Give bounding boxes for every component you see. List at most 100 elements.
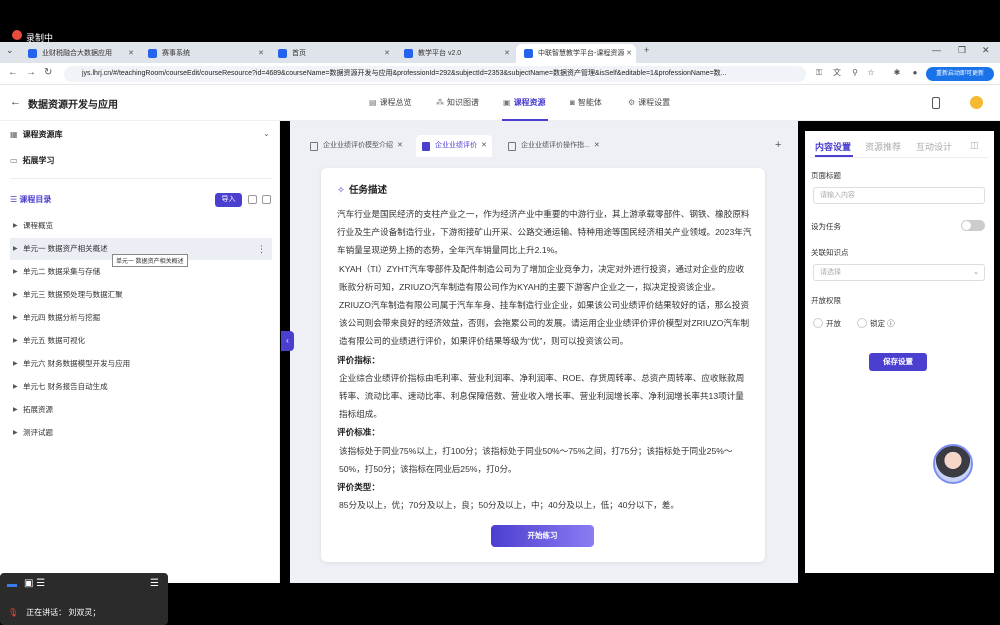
user-avatar[interactable]	[970, 96, 983, 109]
section-heading: 评价指标：	[337, 354, 380, 365]
close-window-icon[interactable]: ✕	[982, 45, 990, 56]
lock-radio[interactable]: 锁定 ⓘ	[857, 318, 895, 329]
import-button[interactable]: 导入	[215, 193, 242, 207]
knowledge-select[interactable]: 请选择 ⌄	[813, 264, 985, 281]
nav-agent[interactable]: ◙ 智能体	[570, 97, 602, 108]
close-icon[interactable]: ✕	[384, 44, 390, 63]
add-tab-icon[interactable]: +	[775, 139, 781, 151]
catalog-item[interactable]: ▶ 课程概览	[10, 215, 272, 237]
recording-icon	[12, 30, 22, 40]
translate-icon[interactable]: 文	[832, 68, 842, 78]
set-task-toggle[interactable]	[961, 220, 985, 231]
browser-tab[interactable]: 首页 ✕	[270, 44, 394, 63]
catalog-item[interactable]: ▶ 拓展资源	[10, 399, 272, 421]
nav-course-settings[interactable]: ⚙ 课程设置	[628, 97, 670, 108]
extend-learning-section[interactable]: ▭ 拓展学习	[10, 155, 55, 166]
tab-resource-recommend[interactable]: 资源推荐	[865, 140, 901, 153]
tab-list-icon[interactable]: ⌄	[6, 45, 14, 56]
close-icon[interactable]: ✕	[594, 142, 600, 149]
browser-tab[interactable]: 业财税融合大数据应用 ✕	[20, 44, 138, 63]
agent-icon: ◙	[570, 98, 575, 107]
catalog-item[interactable]: ▶ 单元四 数据分析与挖掘	[10, 307, 272, 329]
back-arrow-icon[interactable]: ←	[10, 96, 21, 108]
paragraph: 汽车行业是国民经济的支柱产业之一，作为经济产业中重要的中游行业，其上游承载零部件…	[337, 209, 752, 256]
task-description: 汽车行业是国民经济的支柱产业之一，作为经济产业中重要的中游行业，其上游承载零部件…	[337, 205, 752, 514]
catalog-item[interactable]: ▶ 单元六 财务数据模型开发与应用	[10, 353, 272, 375]
info-icon: ⓘ	[887, 319, 895, 328]
save-settings-button[interactable]: 保存设置	[869, 353, 927, 371]
page-title-input[interactable]: 请输入内容	[813, 187, 985, 204]
speaking-indicator: 🎙 正在讲话： 刘双灵；	[8, 608, 101, 617]
caret-right-icon: ▶	[13, 246, 18, 252]
file-tab[interactable]: 企业业绩评价模型介绍 ✕	[304, 135, 404, 157]
star-icon[interactable]: ☆	[866, 68, 876, 78]
panel-toggle-icon[interactable]: ◫	[970, 140, 979, 151]
sparkle-icon: ✧	[337, 185, 345, 196]
close-icon[interactable]: ✕	[258, 44, 264, 63]
catalog-item[interactable]: ▶ 单元三 数据预处理与数据汇聚	[10, 284, 272, 306]
mobile-preview-icon[interactable]	[932, 97, 940, 109]
favicon-icon	[404, 49, 413, 58]
settings-panel: 内容设置 资源推荐 互动设计 ◫ 页面标题 请输入内容 设为任务 关联知识点 请…	[805, 131, 994, 573]
browser-tab-active[interactable]: 中联智慧教学平台-课程资源 ✕	[516, 44, 636, 63]
gear-icon: ⚙	[628, 98, 636, 107]
paragraph: 企业综合业绩评价指标由毛利率、营业利润率、净利润率、ROE、存货周转率、总资产周…	[339, 372, 745, 420]
back-icon[interactable]: ←	[8, 67, 18, 78]
copy-icon[interactable]	[262, 195, 271, 204]
tab-interaction-design[interactable]: 互动设计	[916, 140, 952, 153]
window-icons[interactable]: ▣ ☰	[24, 578, 45, 589]
recording-bar: 录制中	[0, 0, 1000, 43]
graph-icon: ⁂	[436, 98, 444, 107]
tab-content-settings[interactable]: 内容设置	[815, 140, 851, 153]
file-tab[interactable]: 企业业绩评价操作指... ✕	[502, 135, 602, 157]
add-icon[interactable]	[248, 195, 257, 204]
section-heading: 评价标准：	[337, 427, 380, 438]
browser-tab[interactable]: 赛事系统 ✕	[140, 44, 268, 63]
close-icon[interactable]: ✕	[397, 142, 403, 149]
restart-update-button[interactable]: 重新启动即可更新	[926, 67, 994, 81]
caret-right-icon: ▶	[13, 292, 18, 298]
nav-course-overview[interactable]: ▤ 课程总览	[369, 97, 412, 108]
task-title: ✧ 任务描述	[337, 185, 387, 196]
catalog-item[interactable]: ▶ 单元五 数据可视化	[10, 330, 272, 352]
minimize-icon[interactable]: —	[932, 45, 941, 55]
forward-icon[interactable]: →	[26, 67, 36, 78]
start-practice-button[interactable]: 开始练习	[491, 525, 594, 547]
section-heading: 评价类型：	[337, 482, 380, 493]
knowledge-label: 关联知识点	[811, 248, 849, 257]
extension-icon[interactable]: ✱	[892, 68, 902, 78]
assistant-avatar[interactable]	[933, 444, 973, 484]
caret-right-icon: ▶	[13, 223, 18, 229]
file-tab-active[interactable]: 企业业绩评价 ✕	[416, 135, 492, 157]
page-title-label: 页面标题	[811, 171, 841, 180]
catalog-item[interactable]: ▶ 测评试题	[10, 422, 272, 444]
nav-knowledge-graph[interactable]: ⁂ 知识图谱	[436, 97, 479, 108]
book-icon: ▤	[369, 98, 377, 107]
restore-icon[interactable]: ❐	[958, 45, 966, 56]
close-icon[interactable]: ✕	[626, 44, 632, 63]
close-icon[interactable]: ✕	[128, 44, 134, 63]
new-tab-icon[interactable]: +	[644, 45, 649, 55]
browser-tab[interactable]: 教学平台 v2.0 ✕	[396, 44, 514, 63]
close-icon[interactable]: ✕	[504, 44, 510, 63]
minimize-icon[interactable]	[7, 584, 17, 587]
close-icon[interactable]: ✕	[481, 142, 487, 149]
resource-library-section[interactable]: ▦ 课程资源库	[10, 129, 63, 140]
catalog-item[interactable]: ▶ 单元七 财务报告自动生成	[10, 376, 272, 398]
chevron-down-icon[interactable]: ⌄	[263, 129, 270, 138]
browser-tab-strip: ⌄ 业财税融合大数据应用 ✕ 赛事系统 ✕ 首页 ✕ 教学平台 v2.0 ✕ 中联智慧教…	[0, 42, 1000, 63]
open-radio[interactable]: 开放	[813, 318, 841, 329]
nav-course-resources[interactable]: ▣ 课程资源	[503, 97, 546, 108]
profile-icon[interactable]: ●	[910, 68, 920, 78]
paragraph: KYAH（TI）ZYHT汽车零部件及配件制造公司为了增加企业竞争力，决定对外进行…	[339, 263, 750, 347]
key-icon[interactable]: ⚿	[814, 68, 824, 78]
zoom-icon[interactable]: ⚲	[850, 68, 860, 78]
menu-icon[interactable]: ☰	[150, 578, 159, 589]
more-icon[interactable]: ⋮	[257, 238, 266, 260]
task-card: ✧ 任务描述 汽车行业是国民经济的支柱产业之一，作为经济产业中重要的中游行业，其上…	[321, 168, 765, 562]
reload-icon[interactable]: ↻	[44, 67, 52, 78]
address-bar-row: ← → ↻ jys.lhrj.cn/#/teachingRoom/courseE…	[0, 63, 1000, 85]
collapse-sidebar-icon[interactable]: ‹	[281, 331, 294, 351]
divider	[10, 178, 272, 179]
url-field[interactable]: jys.lhrj.cn/#/teachingRoom/courseEdit/co…	[64, 66, 806, 82]
